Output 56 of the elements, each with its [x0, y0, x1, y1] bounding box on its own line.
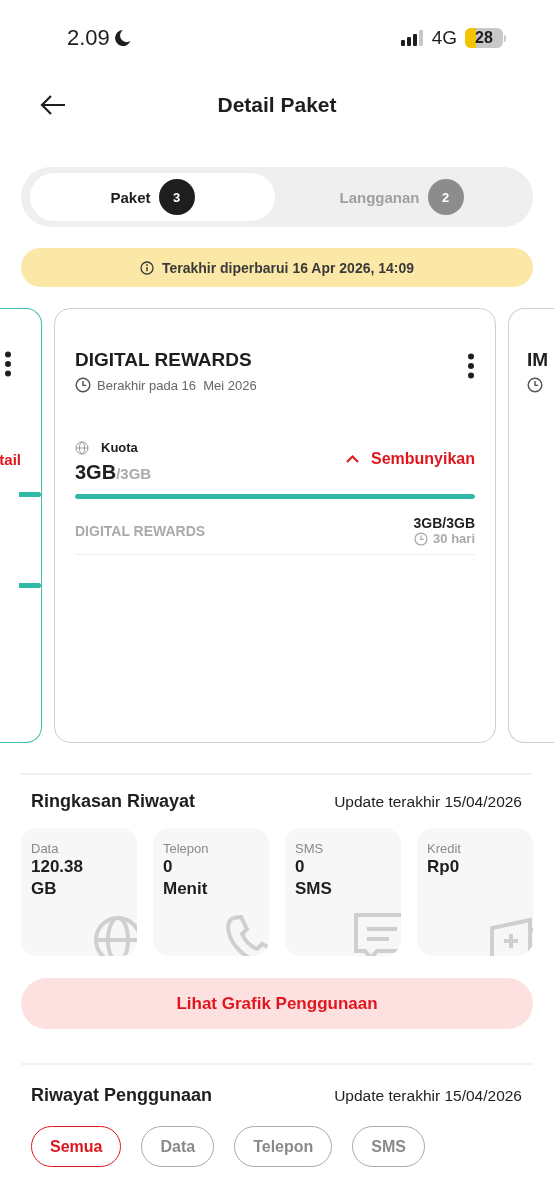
tab[interactable]: Paket 3: [30, 173, 275, 221]
last-update: Update terakhir 15/04/2026: [334, 1086, 522, 1105]
filter-chip[interactable]: SMS: [352, 1126, 425, 1167]
count-badge: 3: [158, 179, 195, 215]
tile-label: Kredit: [427, 841, 462, 856]
tile-value: 120.38 GB: [31, 856, 84, 901]
package-title: DIGITAL REWARDS: [75, 349, 253, 371]
page-title: Detail Paket: [217, 93, 337, 117]
duration: 30 hari: [433, 531, 475, 546]
tile-value: Rp0: [427, 856, 461, 878]
info-icon: [139, 260, 154, 275]
clock-icon: [75, 377, 91, 393]
last-update: Update terakhir 15/04/2026: [334, 792, 522, 811]
progress-bar: [19, 492, 41, 497]
back-button[interactable]: [40, 94, 66, 116]
clock-time: 2.09: [67, 25, 110, 51]
section-title: Ringkasan Riwayat: [31, 791, 196, 812]
more-icon[interactable]: [4, 351, 12, 377]
tile-label: Data: [31, 841, 60, 856]
network-type: 4G: [431, 27, 457, 49]
card-plus-icon: [489, 916, 533, 956]
message-icon: [353, 912, 401, 956]
tile-label: SMS: [295, 841, 325, 856]
filter-chip[interactable]: Data: [141, 1126, 215, 1167]
phone-icon: [223, 914, 269, 956]
globe-icon: [91, 914, 137, 956]
moon-icon: [113, 29, 131, 47]
quota-label: Kuota: [101, 440, 138, 455]
globe-icon: [75, 440, 89, 455]
package-title: IM: [527, 349, 550, 371]
filter-chip[interactable]: Semua: [31, 1126, 122, 1167]
package-card[interactable]: DIGITAL REWARDS Berakhir pada 16 Mei 2026 Kuota 3GB/3GB Sembunyikan DIGITAL REWARDS 3GB/3GB 30 hari: [54, 308, 496, 743]
clock-icon: [414, 531, 429, 546]
count-badge: 2: [427, 179, 464, 215]
filter-chip[interactable]: Telepon: [234, 1126, 333, 1167]
package-item-name: DIGITAL REWARDS: [75, 522, 206, 539]
hide-details-button[interactable]: Sembunyikan: [345, 450, 475, 468]
tile-value: 0 SMS: [295, 856, 333, 901]
tab[interactable]: Langganan 2: [279, 173, 524, 221]
signal-icon: [400, 30, 425, 46]
last-updated-notice: Terakhir diperbarui 16 Apr 2026, 14:09: [161, 259, 415, 276]
section-title: Riwayat Penggunaan: [31, 1085, 213, 1106]
package-item-amount: 3GB/3GB: [413, 515, 475, 531]
tile-label: Telepon: [163, 841, 210, 856]
package-card[interactable]: IM: [508, 308, 554, 743]
tile-value: 0 Menit: [163, 856, 209, 901]
expiry-date: Berakhir pada 16 Mei 2026: [97, 377, 257, 393]
detail-link[interactable]: tail: [0, 451, 41, 468]
package-card[interactable]: tail: [0, 308, 42, 743]
usage-chart-button[interactable]: Lihat Grafik Penggunaan: [21, 978, 533, 1029]
clock-icon: [527, 377, 543, 393]
chevron-up-icon: [345, 455, 359, 463]
quota-total: /3GB: [116, 465, 152, 482]
more-icon[interactable]: [467, 353, 475, 379]
quota-used: 3GB: [75, 461, 117, 484]
progress-bar: [19, 583, 41, 588]
